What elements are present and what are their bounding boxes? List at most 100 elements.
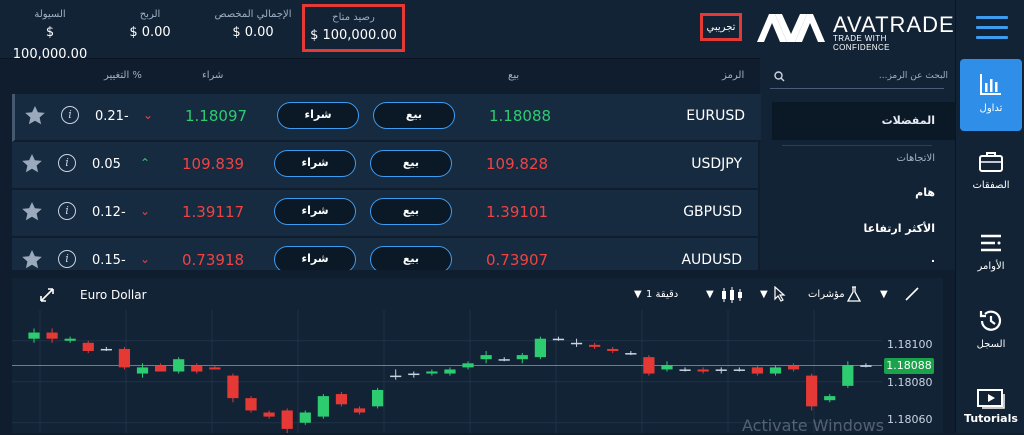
- sidebar-item-favorites[interactable]: المفضلات: [772, 102, 955, 140]
- table-row[interactable]: i -0.21 ⌄ 1.18097 شراء بيع 1.18088 EURUS…: [12, 94, 761, 142]
- nav-item-history[interactable]: السجل: [960, 307, 1022, 350]
- buy-button[interactable]: شراء: [274, 246, 356, 270]
- avatrade-logo: AVATRADE TRADE WITH CONFIDENCE: [757, 12, 954, 52]
- candle-body: [733, 369, 745, 371]
- table-header: التغيير % شراء بيع الرمز: [12, 58, 758, 92]
- candle-body: [372, 389, 384, 407]
- logo-mark-icon: [757, 14, 825, 42]
- star-icon[interactable]: [22, 202, 42, 221]
- allocated-value: $ 0.00: [232, 25, 274, 40]
- caret-down-icon[interactable]: ▼: [634, 289, 642, 300]
- chevron-up-icon: ⌃: [140, 156, 151, 170]
- change-value: -0.12: [92, 205, 126, 220]
- available-balance-value: $ 100,000.00: [310, 28, 397, 43]
- nav-item-orders[interactable]: الأوامر: [960, 231, 1022, 272]
- trendline-icon[interactable]: [904, 286, 920, 302]
- star-icon[interactable]: [22, 154, 42, 173]
- nav-item-tutorials[interactable]: Tutorials: [960, 388, 1022, 425]
- trends-heading: الاتجاهات: [896, 153, 935, 164]
- candle-body: [570, 342, 583, 345]
- indicators-button[interactable]: مؤشرات: [808, 289, 845, 300]
- buy-button[interactable]: شراء: [274, 150, 356, 177]
- hamburger-menu-icon[interactable]: [976, 16, 1008, 40]
- candle-body: [46, 332, 58, 339]
- account-bar: السيولة $ 100,000.00 الربح $ 0.00 الإجما…: [0, 0, 955, 62]
- candle-body: [28, 332, 40, 339]
- sidebar-item-important[interactable]: هام: [915, 186, 935, 199]
- table-row[interactable]: i -0.15 ⌄ 0.73918 شراء بيع 0.73907 AUDUS…: [12, 238, 758, 272]
- candle-body: [118, 348, 131, 368]
- star-icon[interactable]: [25, 106, 45, 125]
- y-tick-label: 1.18100: [887, 338, 933, 351]
- caret-down-icon[interactable]: ▼: [880, 289, 888, 300]
- nav-item-label: الأوامر: [977, 261, 1005, 272]
- info-icon[interactable]: i: [58, 202, 76, 220]
- nav-item-label: تداول: [979, 103, 1003, 114]
- candlestick-type-icon[interactable]: [720, 287, 744, 303]
- sell-column-header: بيع: [508, 70, 520, 81]
- liquidity-label: السيولة: [34, 9, 66, 20]
- candle-body: [860, 365, 872, 367]
- symbol-sidebar: المفضلات الاتجاهات هام الأكثر ارتفاعا .: [760, 58, 955, 270]
- buy-button[interactable]: شراء: [274, 198, 356, 225]
- candle-body: [227, 375, 239, 399]
- chevron-down-icon: ⌄: [140, 252, 151, 266]
- symbol-search: [770, 66, 948, 89]
- candle-body: [299, 412, 311, 423]
- candle-body: [317, 396, 329, 417]
- available-balance-label: رصيد متاح: [332, 12, 375, 23]
- logo-tagline: TRADE WITH CONFIDENCE: [833, 34, 890, 52]
- sell-price: 0.73907: [486, 251, 549, 269]
- table-row[interactable]: i 0.05 ⌃ 109.839 شراء بيع 109.828 USDJPY: [12, 142, 758, 190]
- candle-body: [842, 365, 854, 386]
- price-chart-panel: Euro Dollar ▼ 1 دقيقة ▼ ▼ مؤشرات ▼ 1.181…: [12, 278, 943, 435]
- candle-body: [173, 359, 185, 372]
- candle-body: [353, 408, 366, 413]
- cursor-icon[interactable]: [774, 286, 786, 302]
- flask-icon[interactable]: [846, 286, 862, 302]
- buy-column-header: شراء: [202, 70, 224, 81]
- sell-button[interactable]: بيع: [370, 150, 452, 177]
- buy-price: 1.18097: [185, 107, 248, 125]
- candle-body: [516, 355, 528, 360]
- candle-body: [697, 369, 709, 372]
- expand-icon[interactable]: [40, 288, 54, 302]
- candle-body: [281, 410, 293, 429]
- candle-body: [245, 398, 257, 411]
- candle-body: [787, 365, 800, 370]
- candle-body: [444, 369, 456, 374]
- symbol-search-input[interactable]: [788, 66, 948, 86]
- star-icon[interactable]: [22, 250, 42, 269]
- symbol-name: AUDUSD: [681, 252, 742, 268]
- info-icon[interactable]: i: [61, 106, 79, 124]
- sell-button[interactable]: بيع: [370, 246, 452, 270]
- candle-body: [534, 338, 546, 358]
- candle-body: [263, 412, 275, 417]
- sell-button[interactable]: بيع: [370, 198, 452, 225]
- table-row[interactable]: i -0.12 ⌄ 1.39117 شراء بيع 1.39101 GBPUS…: [12, 190, 758, 238]
- candle-body: [191, 365, 203, 372]
- candle-body: [806, 375, 818, 407]
- nav-item-trade[interactable]: تداول: [960, 59, 1022, 131]
- sidebar-item-top-gainers[interactable]: الأكثر ارتفاعا: [864, 222, 935, 235]
- candlestick-chart[interactable]: [12, 310, 882, 433]
- profit-value: $ 0.00: [129, 25, 171, 40]
- history-icon: [979, 310, 1002, 331]
- nav-item-positions[interactable]: الصفقات: [960, 150, 1022, 191]
- caret-down-icon[interactable]: ▼: [760, 289, 768, 300]
- caret-down-icon[interactable]: ▼: [706, 289, 714, 300]
- allocated-stat: الإجمالي المخصص $ 0.00: [210, 8, 296, 44]
- info-icon[interactable]: i: [58, 250, 76, 268]
- sell-button[interactable]: بيع: [373, 102, 455, 129]
- info-icon[interactable]: i: [58, 154, 76, 172]
- candle-body: [769, 367, 782, 374]
- candle-body: [64, 338, 76, 341]
- candle-body: [154, 365, 167, 372]
- timeframe-select[interactable]: 1 دقيقة: [646, 289, 678, 300]
- nav-item-label: الصفقات: [972, 180, 1010, 191]
- sell-price: 1.39101: [486, 203, 549, 221]
- sidebar-item-more[interactable]: .: [931, 252, 935, 265]
- candle-body: [824, 396, 836, 401]
- buy-button[interactable]: شراء: [277, 102, 359, 129]
- demo-badge[interactable]: تجريبي: [700, 13, 742, 41]
